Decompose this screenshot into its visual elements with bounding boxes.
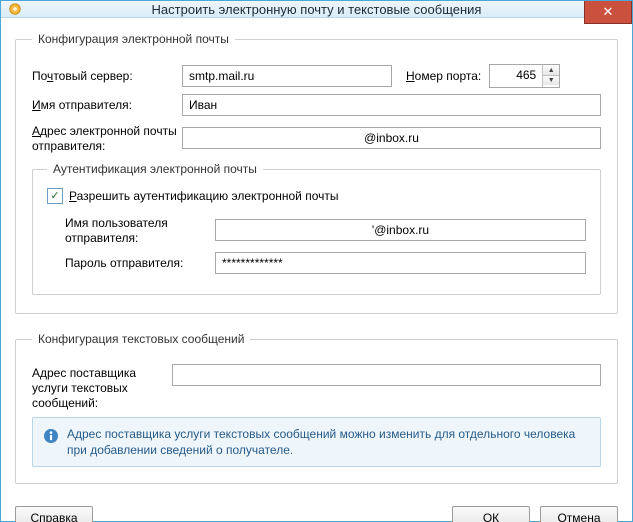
email-config-group: Конфигурация электронной почты Почтовый …: [15, 32, 618, 314]
provider-label: Адрес поставщика услуги текстовых сообще…: [32, 364, 172, 411]
sender-name-label-rest: мя отправителя:: [41, 98, 132, 112]
check-icon: ✓: [50, 191, 59, 202]
mail-server-input[interactable]: [182, 65, 392, 87]
auth-group: Аутентификация электронной почты ✓ Разре…: [32, 162, 601, 295]
enable-auth-label: Разрешить аутентификацию электронной поч…: [69, 189, 339, 203]
email-config-legend: Конфигурация электронной почты: [32, 32, 235, 46]
cancel-button[interactable]: Отмена: [540, 506, 618, 522]
port-spinner: ▲ ▼: [489, 64, 560, 88]
port-label-rest: омер порта:: [415, 69, 482, 83]
sender-name-label-hot: И: [32, 98, 41, 112]
mail-server-label: Почтовый сервер:: [32, 69, 182, 84]
sender-address-label: Адрес электронной почты отправителя:: [32, 122, 182, 154]
info-text: Адрес поставщика услуги текстовых сообще…: [67, 426, 590, 458]
enable-auth-row: ✓ Разрешить аутентификацию электронной п…: [47, 188, 586, 204]
mail-server-label-post: товый сервер:: [53, 69, 132, 83]
sender-address-label-rest: дрес электронной почты отправителя:: [32, 124, 177, 153]
ok-button[interactable]: ОК: [452, 506, 530, 522]
enable-auth-hot: Р: [69, 189, 77, 203]
sender-name-label: Имя отправителя:: [32, 98, 182, 113]
auth-username-input[interactable]: [215, 219, 586, 241]
window-title: Настроить электронную почту и текстовые …: [1, 2, 632, 17]
help-button[interactable]: Справка: [15, 506, 93, 522]
provider-row: Адрес поставщика услуги текстовых сообще…: [32, 364, 601, 411]
port-label-hot: Н: [406, 69, 415, 83]
port-label: Номер порта:: [406, 69, 481, 83]
mail-server-row: Почтовый сервер: Номер порта: ▲ ▼: [32, 64, 601, 88]
dialog-window: Настроить электронную почту и текстовые …: [0, 0, 633, 522]
auth-password-label: Пароль отправителя:: [65, 256, 215, 271]
port-spin-buttons: ▲ ▼: [542, 65, 559, 87]
provider-input[interactable]: [172, 364, 601, 386]
button-row: Справка ОК Отмена: [15, 498, 618, 522]
auth-username-row: Имя пользователя отправителя:: [65, 214, 586, 246]
mail-server-label-pre: По: [32, 69, 47, 83]
close-button[interactable]: ✕: [584, 1, 632, 24]
sender-address-input[interactable]: [182, 127, 601, 149]
close-icon: ✕: [603, 4, 614, 20]
sender-name-input[interactable]: [182, 94, 601, 116]
auth-password-input[interactable]: [215, 252, 586, 274]
enable-auth-checkbox[interactable]: ✓: [47, 188, 63, 204]
auth-password-row: Пароль отправителя:: [65, 252, 586, 274]
port-input[interactable]: [490, 65, 542, 85]
client-area: Конфигурация электронной почты Почтовый …: [1, 18, 632, 522]
sender-name-row: Имя отправителя:: [32, 94, 601, 116]
sender-address-row: Адрес электронной почты отправителя:: [32, 122, 601, 154]
info-panel: Адрес поставщика услуги текстовых сообще…: [32, 417, 601, 467]
info-icon: [43, 428, 59, 444]
titlebar: Настроить электронную почту и текстовые …: [1, 1, 632, 18]
text-config-legend: Конфигурация текстовых сообщений: [32, 332, 250, 346]
auth-username-label: Имя пользователя отправителя:: [65, 214, 215, 246]
port-group: Номер порта: ▲ ▼: [406, 64, 560, 88]
auth-legend: Аутентификация электронной почты: [47, 162, 263, 176]
text-config-group: Конфигурация текстовых сообщений Адрес п…: [15, 332, 618, 484]
enable-auth-rest: азрешить аутентификацию электронной почт…: [77, 189, 339, 203]
app-icon: [7, 1, 23, 17]
port-spin-down[interactable]: ▼: [543, 75, 559, 85]
sender-address-label-hot: А: [32, 124, 40, 138]
port-spin-up[interactable]: ▲: [543, 65, 559, 75]
